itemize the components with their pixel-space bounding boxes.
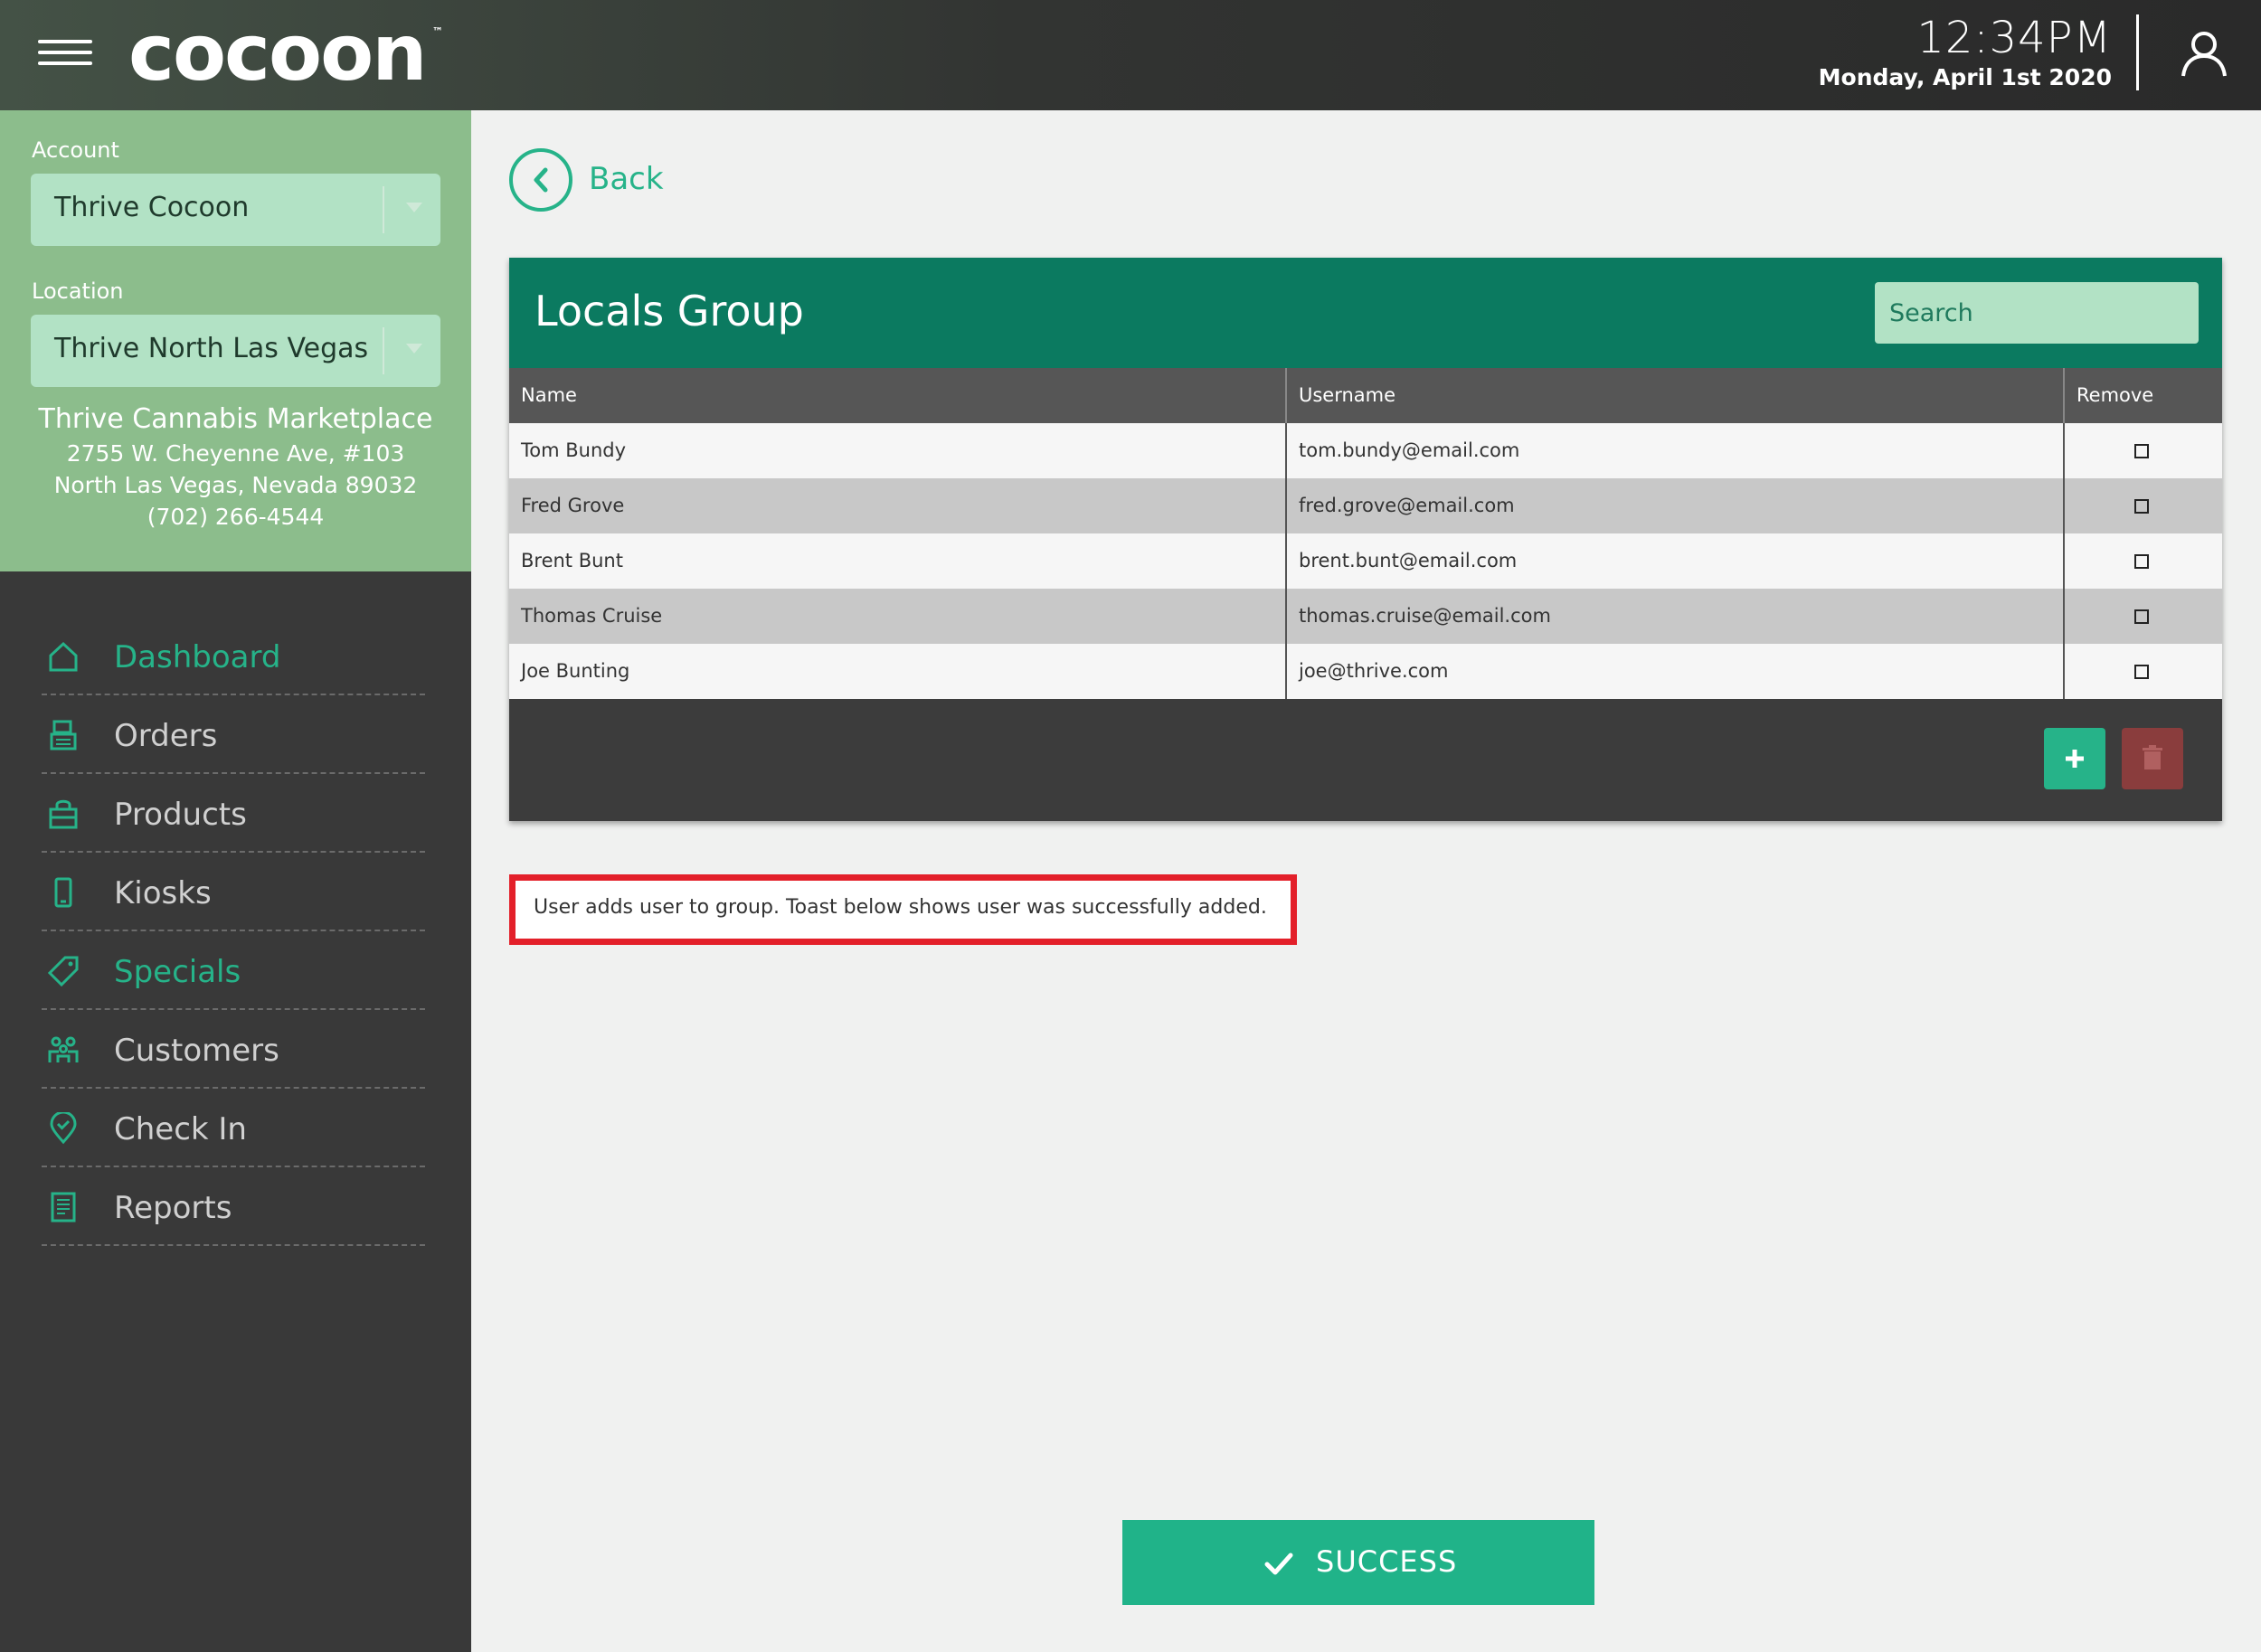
header-divider bbox=[2136, 14, 2139, 90]
current-date: Monday, April 1st 2020 bbox=[1818, 64, 2112, 90]
store-phone: (702) 266-4544 bbox=[147, 504, 325, 530]
annotation-note: User adds user to group. Toast below sho… bbox=[509, 874, 1297, 945]
location-select-value: Thrive North Las Vegas bbox=[54, 333, 369, 364]
logo: cocoon bbox=[128, 8, 427, 99]
address-line-1: 2755 W. Cheyenne Ave, #103 bbox=[66, 440, 405, 467]
delete-user-button[interactable] bbox=[2122, 728, 2183, 789]
cell-remove bbox=[2063, 478, 2222, 533]
nav-kiosks[interactable]: Kiosks bbox=[42, 853, 425, 931]
search-input[interactable] bbox=[1875, 282, 2199, 344]
table-row: Brent Bunt brent.bunt@email.com bbox=[509, 533, 2222, 589]
nav-reports[interactable]: Reports bbox=[42, 1167, 425, 1246]
clock: 12:34PM Monday, April 1st 2020 bbox=[1819, 13, 2112, 92]
nav-label: Check In bbox=[114, 1111, 247, 1147]
home-icon bbox=[49, 641, 78, 672]
nav-label: Customers bbox=[114, 1033, 279, 1069]
remove-checkbox[interactable] bbox=[2134, 554, 2149, 569]
chevron-down-icon bbox=[406, 203, 422, 212]
location-label: Location bbox=[32, 278, 124, 304]
select-separator bbox=[383, 186, 384, 233]
sidebar: Account Thrive Cocoon Location Thrive No… bbox=[0, 110, 471, 1652]
store-name: Thrive Cannabis Marketplace bbox=[38, 403, 433, 435]
nav-label: Specials bbox=[114, 954, 241, 990]
nav-label: Dashboard bbox=[114, 639, 281, 675]
nav-products[interactable]: Products bbox=[42, 774, 425, 853]
back-label: Back bbox=[589, 161, 664, 197]
group-panel: Locals Group Name Username Remove Tom Bu… bbox=[509, 258, 2222, 821]
table-row: Tom Bundy tom.bundy@email.com bbox=[509, 423, 2222, 478]
cell-name: Thomas Cruise bbox=[521, 605, 663, 627]
customers-icon bbox=[48, 1036, 79, 1062]
cell-name: Brent Bunt bbox=[521, 550, 623, 571]
cell-name: Joe Bunting bbox=[521, 660, 630, 682]
cell-username: thomas.cruise@email.com bbox=[1285, 589, 2063, 644]
nav-label: Orders bbox=[114, 718, 218, 754]
trash-icon bbox=[2143, 745, 2162, 769]
cell-username: fred.grove@email.com bbox=[1285, 478, 2063, 533]
table-header: Name Username Remove bbox=[509, 368, 2222, 423]
location-select[interactable]: Thrive North Las Vegas bbox=[31, 315, 440, 387]
remove-checkbox[interactable] bbox=[2134, 665, 2149, 679]
table-body: Tom Bundy tom.bundy@email.com Fred Grove… bbox=[509, 423, 2222, 699]
column-header-username[interactable]: Username bbox=[1285, 368, 2063, 423]
chevron-down-icon bbox=[406, 344, 422, 354]
address-line-2: North Las Vegas, Nevada 89032 bbox=[53, 472, 418, 498]
select-separator bbox=[383, 327, 384, 374]
main-nav: Dashboard Orders Products Kiosks Special… bbox=[42, 617, 425, 1246]
nav-dashboard[interactable]: Dashboard bbox=[42, 617, 425, 695]
nav-label: Reports bbox=[114, 1190, 232, 1226]
menu-icon[interactable] bbox=[38, 40, 92, 67]
plus-icon bbox=[2066, 750, 2084, 768]
check-icon bbox=[1264, 1553, 1293, 1575]
account-label: Account bbox=[32, 137, 119, 163]
location-check-icon bbox=[50, 1112, 77, 1145]
annotation-text: User adds user to group. Toast below sho… bbox=[534, 896, 1267, 919]
table-row: Thomas Cruise thomas.cruise@email.com bbox=[509, 589, 2222, 644]
register-icon bbox=[50, 720, 77, 750]
kiosk-icon bbox=[54, 877, 72, 908]
cell-name: Tom Bundy bbox=[521, 439, 627, 461]
panel-header: Locals Group bbox=[509, 258, 2222, 368]
remove-checkbox[interactable] bbox=[2134, 499, 2149, 514]
cell-username: brent.bunt@email.com bbox=[1285, 533, 2063, 589]
back-circle bbox=[509, 148, 572, 212]
cell-remove bbox=[2063, 423, 2222, 478]
success-toast[interactable]: SUCCESS bbox=[1122, 1520, 1594, 1605]
cell-username: joe@thrive.com bbox=[1285, 644, 2063, 699]
location-panel: Account Thrive Cocoon Location Thrive No… bbox=[0, 110, 471, 571]
nav-label: Products bbox=[114, 797, 247, 833]
toast-label: SUCCESS bbox=[1316, 1544, 1458, 1579]
account-select[interactable]: Thrive Cocoon bbox=[31, 174, 440, 246]
account-select-value: Thrive Cocoon bbox=[54, 192, 250, 223]
column-header-remove[interactable]: Remove bbox=[2063, 368, 2222, 423]
cell-remove bbox=[2063, 533, 2222, 589]
table-row: Fred Grove fred.grove@email.com bbox=[509, 478, 2222, 533]
cell-name: Fred Grove bbox=[521, 495, 625, 516]
cell-remove bbox=[2063, 589, 2222, 644]
nav-orders[interactable]: Orders bbox=[42, 695, 425, 774]
nav-check-in[interactable]: Check In bbox=[42, 1089, 425, 1167]
logo-trademark: ™ bbox=[432, 25, 443, 38]
group-title: Locals Group bbox=[535, 287, 804, 335]
tag-icon bbox=[47, 956, 79, 987]
top-bar: cocoon ™ 12:34PM Monday, April 1st 2020 bbox=[0, 0, 2261, 110]
cell-remove bbox=[2063, 644, 2222, 699]
chevron-left-icon bbox=[534, 167, 548, 193]
user-icon[interactable] bbox=[2178, 27, 2230, 80]
nav-specials[interactable]: Specials bbox=[42, 931, 425, 1010]
current-time: 12:34PM bbox=[1916, 13, 2112, 63]
remove-checkbox[interactable] bbox=[2134, 444, 2149, 458]
nav-label: Kiosks bbox=[114, 875, 212, 911]
column-header-name[interactable]: Name bbox=[509, 368, 1285, 423]
report-icon bbox=[51, 1192, 76, 1222]
add-user-button[interactable] bbox=[2044, 728, 2105, 789]
table-row: Joe Bunting joe@thrive.com bbox=[509, 644, 2222, 699]
bag-icon bbox=[49, 799, 78, 829]
cell-username: tom.bundy@email.com bbox=[1285, 423, 2063, 478]
nav-customers[interactable]: Customers bbox=[42, 1010, 425, 1089]
remove-checkbox[interactable] bbox=[2134, 609, 2149, 624]
